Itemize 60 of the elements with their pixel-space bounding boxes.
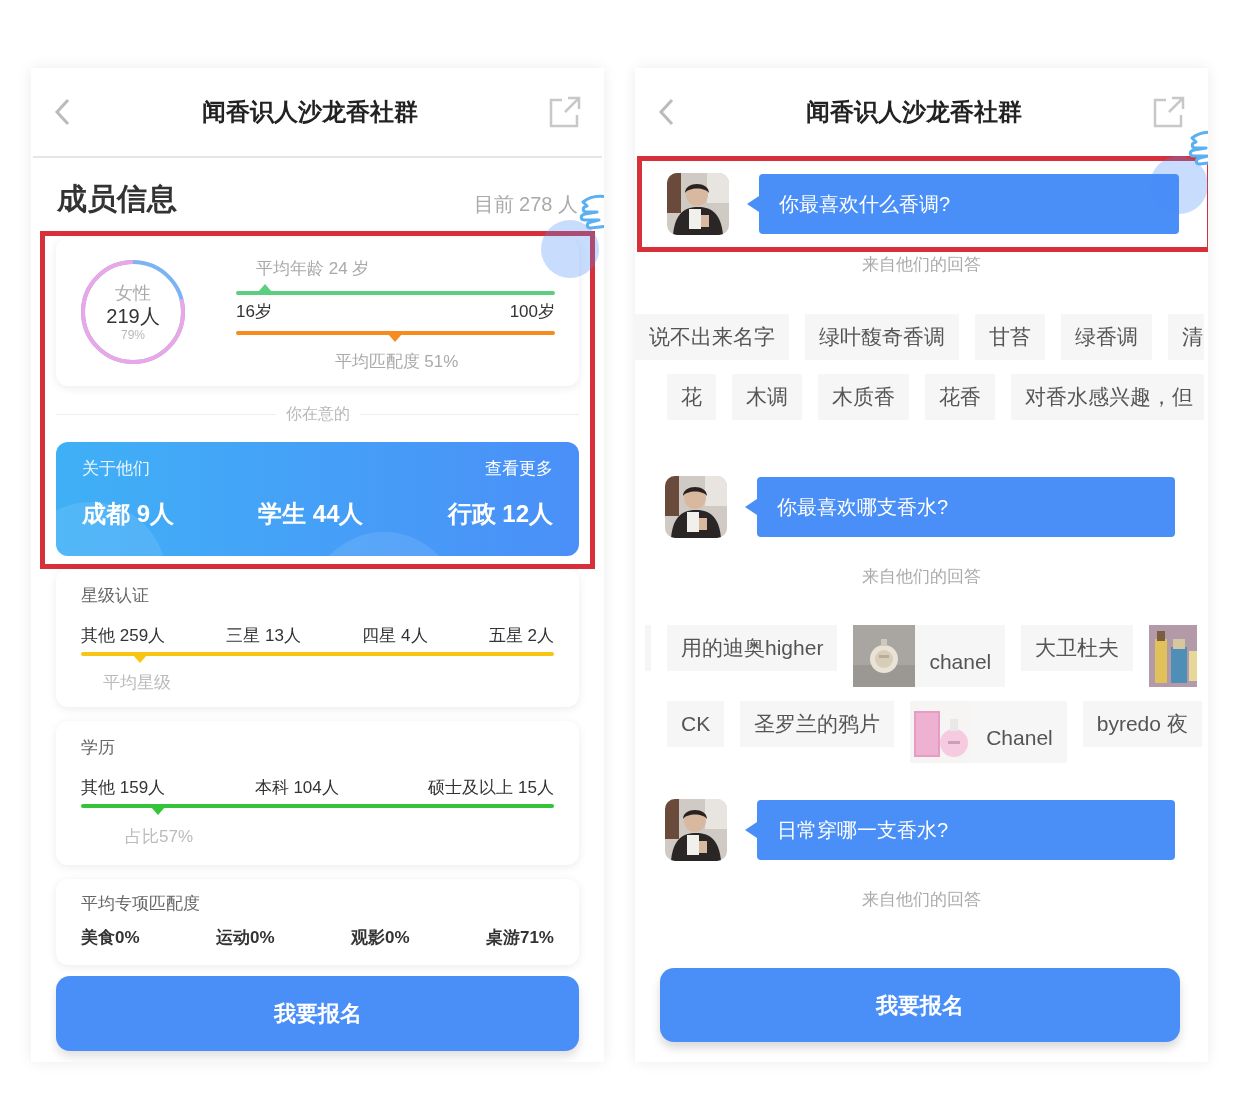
question-bubble: 日常穿哪一支香水? [757,800,1175,860]
answer-tag[interactable]: 圣罗兰的鸦片 [740,701,895,747]
age-min: 16岁 [236,301,272,324]
stat-label: 三星 13人 [226,624,302,647]
answers-label: 来自他们的回答 [862,889,981,911]
match-stat: 观影0% [350,926,410,949]
screen-title: 闻香识人沙龙香社群 [805,97,1022,127]
answer-tag[interactable]: 木调 [732,373,802,420]
card-title: 学历 [81,737,116,759]
answer-tag[interactable]: 清 [1168,313,1204,360]
answer-tag[interactable]: byredo 夜 [1082,701,1202,747]
about-stat: 成都 9人 [82,498,174,529]
gender-percent: 79% [121,328,145,342]
about-stat: 行政 12人 [447,498,553,529]
answer-tag[interactable]: 对香水感兴趣，但 [1011,373,1204,420]
answers-label: 来自他们的回答 [862,565,981,588]
answer-tag[interactable]: 说不出来名字 [635,313,789,360]
divider-label: 你在意的 [285,404,350,424]
question-bubble: 你最喜欢什么香调? [759,174,1179,234]
education-footer: 占比57% [125,824,554,850]
answer-tag[interactable]: 绿叶馥奇香调 [805,313,959,360]
member-count: 目前 278 人 [473,192,578,217]
average-age: 平均年龄 24 岁 [255,257,370,280]
stat-label: 五星 2人 [488,624,554,647]
answer-tag[interactable]: 木质香 [818,373,909,420]
about-stat: 学生 44人 [258,498,364,529]
back-icon[interactable] [657,97,675,127]
about-title: 关于他们 [82,458,150,480]
share-icon[interactable] [1152,95,1186,129]
answer-tag[interactable]: 绿香调 [1061,313,1152,360]
answer-tag[interactable]: 花香 [925,373,995,420]
age-max: 100岁 [509,301,555,324]
answer-tag[interactable]: 花 [667,373,716,420]
answer-tag[interactable]: 甘苔 [975,313,1045,360]
match-stat: 桌游71% [485,926,554,949]
back-icon[interactable] [53,97,71,127]
answer-tag[interactable]: 用的迪奥higher [667,625,838,671]
stat-label: 其他 259人 [81,624,166,647]
card-title: 星级认证 [81,585,150,607]
screen-title: 闻香识人沙龙香社群 [201,97,418,127]
gender-label: 女性 [115,282,151,304]
question-bubble: 你最喜欢哪支香水? [757,476,1175,537]
average-match: 平均匹配度 51% [333,350,459,373]
stat-label: 四星 4人 [362,624,428,647]
star-footer: 平均星级 [103,670,554,696]
stat-label: 硕士及以上 15人 [428,776,554,799]
share-icon[interactable] [548,95,582,129]
match-stat: 美食0% [81,926,140,949]
stat-label: 本科 104人 [254,776,339,799]
answer-tag[interactable]: 大卫杜夫 [1021,625,1134,671]
section-title: 成员信息 [57,181,177,217]
gender-count: 219人 [106,304,160,328]
match-stat: 运动0% [216,926,275,949]
answers-label: 来自他们的回答 [862,254,981,276]
answer-tag[interactable]: chanel [853,625,1006,687]
tag-label: Chanel [985,724,1054,751]
tag-label: chanel [928,648,993,675]
card-title: 平均专项匹配度 [81,893,201,915]
answer-tag[interactable]: CK [667,701,725,747]
stat-label: 其他 159人 [81,776,166,799]
